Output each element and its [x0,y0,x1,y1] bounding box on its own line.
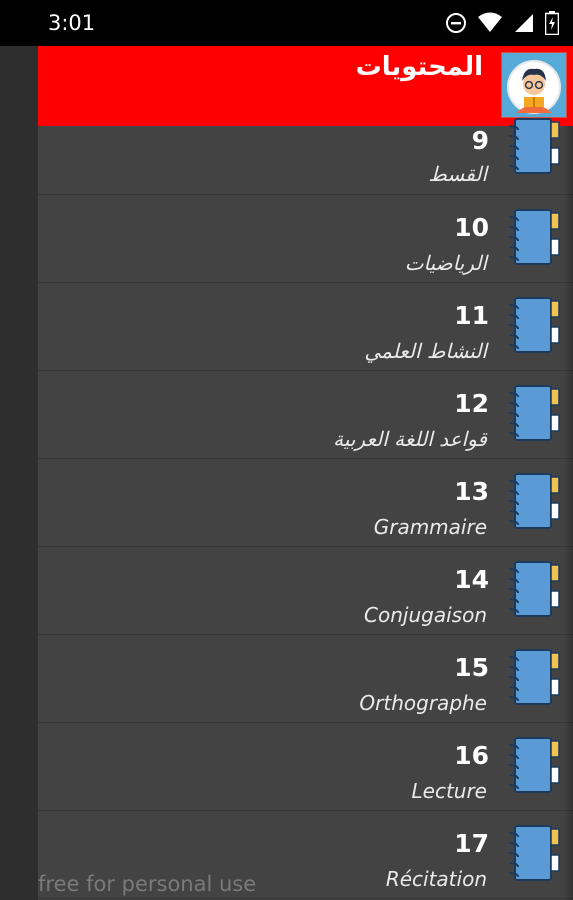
item-label: القسط [428,162,487,186]
item-label: Récitation [385,867,487,891]
status-icons [445,11,559,35]
notebook-icon [505,471,561,531]
contents-drawer: المحتويات 9 القسط 10 الرياضيات 11 النشاط… [38,46,573,900]
notebook-icon [505,383,561,443]
item-number: 17 [454,829,489,858]
list-item[interactable]: 16 Lecture [38,723,573,811]
item-number: 16 [454,741,489,770]
list-item[interactable]: 9 القسط [38,118,573,195]
list-item[interactable]: 15 Orthographe [38,635,573,723]
reading-boy-avatar-icon [501,52,567,118]
notebook-icon [505,647,561,707]
wifi-icon [477,12,503,34]
list-item[interactable]: 10 الرياضيات [38,195,573,283]
item-label: النشاط العلمي [364,339,487,363]
notebook-icon [505,735,561,795]
notebook-icon [505,207,561,267]
notebook-icon [505,116,561,176]
drawer-title: المحتويات [355,52,483,82]
notebook-icon [505,295,561,355]
list-item[interactable]: 14 Conjugaison [38,547,573,635]
drawer-shadow [563,126,573,900]
item-label: قواعد اللغة العربية [333,427,487,451]
notebook-icon [505,823,561,883]
item-label: الرياضيات [404,251,487,275]
chapter-list: 9 القسط 10 الرياضيات 11 النشاط العلمي 12… [38,118,573,899]
item-number: 14 [454,565,489,594]
item-label: Orthographe [359,691,487,715]
list-item[interactable]: 11 النشاط العلمي [38,283,573,371]
status-bar: 3:01 [0,0,573,46]
item-number: 9 [471,126,489,155]
item-number: 13 [454,477,489,506]
drawer-header: المحتويات [38,46,573,126]
status-time: 3:01 [48,11,96,35]
item-number: 12 [454,389,489,418]
item-label: Conjugaison [364,603,487,627]
do-not-disturb-icon [445,12,467,34]
list-item[interactable]: 13 Grammaire [38,459,573,547]
signal-icon [513,12,535,34]
item-number: 10 [454,213,489,242]
app-screen: 3:01 المحتويات 9 القسط 10 الرياضيات 11 ا… [0,0,573,900]
list-item[interactable]: 12 قواعد اللغة العربية [38,371,573,459]
item-number: 11 [454,301,489,330]
item-number: 15 [454,653,489,682]
item-label: Grammaire [373,515,487,539]
watermark-text: free for personal use [38,872,257,896]
background-strip [0,46,38,900]
battery-icon [545,11,559,35]
item-label: Lecture [411,779,488,803]
notebook-icon [505,559,561,619]
